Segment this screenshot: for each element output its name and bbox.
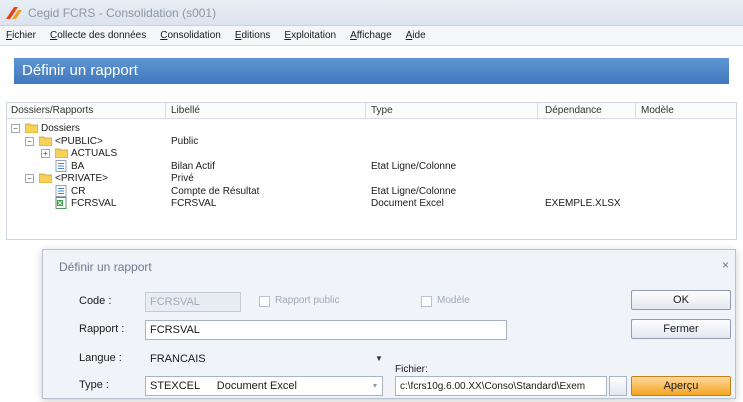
rapport-public-checkbox[interactable] — [259, 296, 270, 307]
tree-row-fcrsval[interactable]: FCRSVAL FCRSVAL Document Excel EXEMPLE.X… — [7, 197, 736, 209]
rapport-label: Rapport : — [79, 323, 125, 335]
col-dossiers[interactable]: Dossiers/Rapports — [11, 105, 93, 116]
tree-row-cr[interactable]: CR Compte de Résultat Etat Ligne/Colonne — [7, 185, 736, 197]
folder-icon — [55, 148, 68, 158]
tree-row-type: Document Excel — [371, 198, 444, 209]
tree-row-name: CR — [71, 186, 86, 197]
rapport-field[interactable] — [145, 320, 507, 340]
tree-row-name: ACTUALS — [71, 148, 118, 159]
rapport-public-label: Rapport public — [275, 295, 340, 306]
browse-file-button[interactable] — [609, 376, 627, 396]
tree-row-private[interactable]: − <PRIVATE> Privé — [7, 173, 736, 184]
modele-label: Modèle — [437, 295, 470, 306]
panel-header: Définir un rapport — [14, 58, 729, 84]
tree-row-type: Etat Ligne/Colonne — [371, 186, 457, 197]
tree-row-name: FCRSVAL — [71, 198, 117, 209]
langue-value: FRANCAIS — [150, 353, 206, 365]
report-document-icon — [55, 160, 67, 172]
collapse-icon[interactable]: − — [11, 124, 20, 133]
fichier-field[interactable] — [395, 376, 607, 396]
menu-aide[interactable]: Aide — [406, 30, 426, 41]
window-title: Cegid FCRS - Consolidation (s001) — [28, 6, 217, 20]
folder-icon — [39, 136, 52, 146]
column-headers: Dossiers/Rapports Libellé Type Dépendanc… — [7, 103, 736, 119]
dropdown-arrow-icon[interactable]: ▼ — [375, 354, 383, 363]
tree-row-name: BA — [71, 161, 85, 172]
folder-icon — [25, 123, 38, 133]
close-icon[interactable]: × — [722, 258, 729, 272]
menu-affichage[interactable]: Affichage — [350, 30, 392, 41]
expand-icon[interactable]: + — [41, 149, 50, 158]
type-value: Document Excel — [216, 380, 297, 392]
col-modele[interactable]: Modèle — [641, 105, 674, 116]
type-code: STEXCEL — [150, 380, 200, 392]
menu-fichier[interactable]: Fichier — [6, 30, 36, 41]
tree-row-libelle: Public — [171, 136, 199, 147]
app-logo-icon — [6, 7, 22, 19]
code-label: Code : — [79, 295, 112, 307]
menu-consolidation[interactable]: Consolidation — [160, 30, 221, 41]
tree-row-public[interactable]: − <PUBLIC> Public — [7, 136, 736, 147]
column-divider[interactable] — [635, 103, 636, 119]
langue-label: Langue : — [79, 352, 122, 364]
menu-collecte[interactable]: Collecte des données — [50, 30, 146, 41]
type-label: Type : — [79, 379, 109, 391]
tree-row-actuals[interactable]: + ACTUALS — [7, 148, 736, 159]
code-field[interactable] — [145, 292, 241, 312]
tree-row-libelle: Compte de Résultat — [171, 186, 260, 197]
type-select[interactable]: STEXCEL Document Excel — [145, 376, 383, 396]
column-divider[interactable] — [165, 103, 166, 119]
excel-document-icon — [55, 197, 67, 209]
langue-select[interactable]: FRANCAIS — [145, 349, 381, 369]
apercu-button[interactable]: Aperçu — [631, 376, 731, 396]
menu-bar: Fichier Collecte des données Consolidati… — [0, 26, 743, 46]
define-report-dialog: Définir un rapport × Code : Rapport publ… — [42, 249, 736, 399]
tree-row-dossiers[interactable]: − Dossiers — [7, 123, 736, 134]
tree-row-libelle: Bilan Actif — [171, 161, 215, 172]
collapse-icon[interactable]: − — [25, 174, 34, 183]
tree-row-libelle: Privé — [171, 173, 194, 184]
tree-row-name: Dossiers — [41, 123, 80, 134]
column-divider[interactable] — [537, 103, 538, 119]
collapse-icon[interactable]: − — [25, 137, 34, 146]
col-type[interactable]: Type — [371, 105, 393, 116]
menu-exploitation[interactable]: Exploitation — [284, 30, 336, 41]
modele-checkbox[interactable] — [421, 296, 432, 307]
report-document-icon — [55, 185, 67, 197]
col-libelle[interactable]: Libellé — [171, 105, 200, 116]
ok-button[interactable]: OK — [631, 290, 731, 310]
column-divider[interactable] — [365, 103, 366, 119]
tree-row-name: <PRIVATE> — [55, 173, 108, 184]
fermer-button[interactable]: Fermer — [631, 319, 731, 339]
title-bar: Cegid FCRS - Consolidation (s001) — [0, 0, 743, 26]
tree-row-libelle: FCRSVAL — [171, 198, 217, 209]
dropdown-arrow-icon[interactable]: ▾ — [373, 381, 377, 390]
col-dependance[interactable]: Dépendance — [545, 105, 602, 116]
fichier-label: Fichier: — [395, 364, 428, 375]
tree-row-name: <PUBLIC> — [55, 136, 103, 147]
dialog-title: Définir un rapport — [59, 260, 152, 274]
folder-icon — [39, 173, 52, 183]
menu-editions[interactable]: Editions — [235, 30, 271, 41]
tree-row-dependance: EXEMPLE.XLSX — [545, 198, 621, 209]
tree-row-type: Etat Ligne/Colonne — [371, 161, 457, 172]
report-tree[interactable]: Dossiers/Rapports Libellé Type Dépendanc… — [6, 102, 737, 240]
tree-row-ba[interactable]: BA Bilan Actif Etat Ligne/Colonne — [7, 160, 736, 172]
